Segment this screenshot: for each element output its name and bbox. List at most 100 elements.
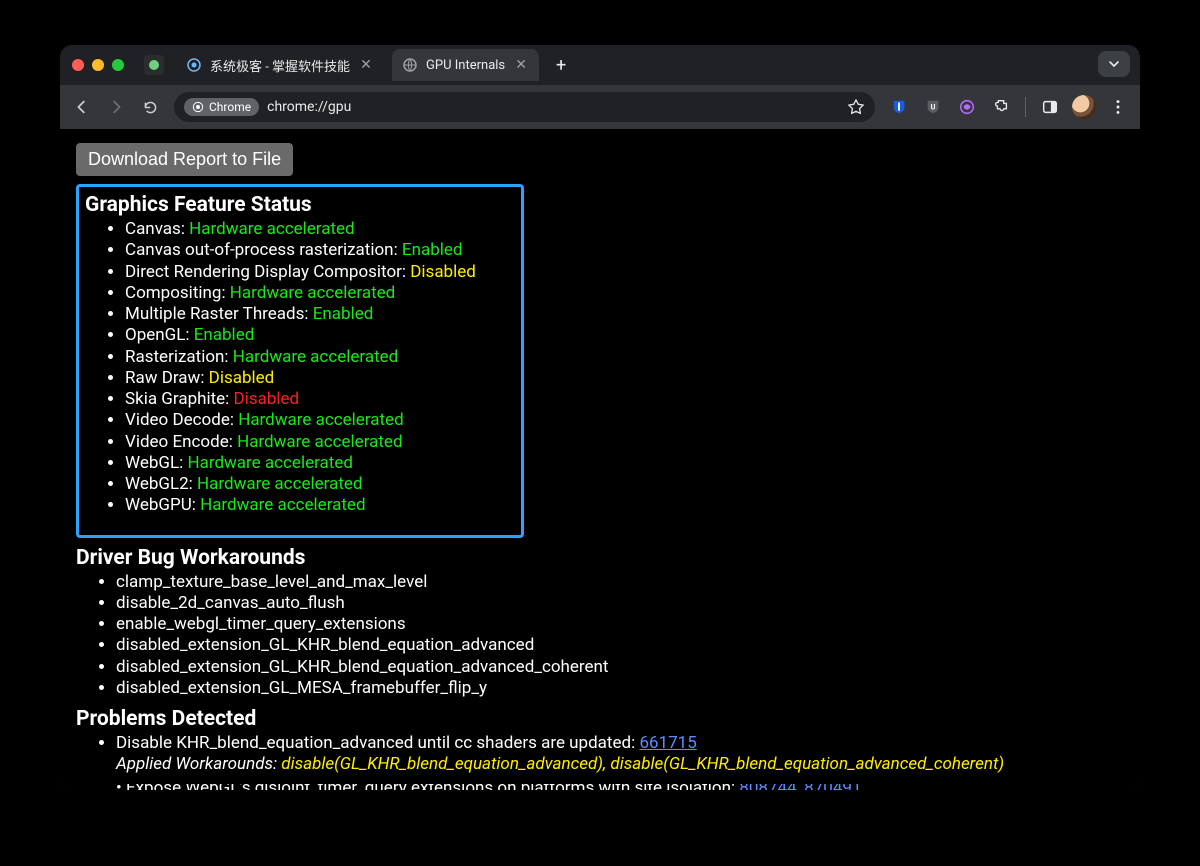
- feature-value: Enabled: [402, 240, 463, 260]
- problems-detected-section: Problems Detected Disable KHR_blend_equa…: [76, 707, 1124, 776]
- applied-workarounds-value: disable(GL_KHR_blend_equation_advanced),…: [281, 754, 1004, 774]
- graphics-feature-item: Video Decode: Hardware accelerated: [125, 410, 511, 431]
- tab-favicon: [402, 57, 418, 73]
- feature-label: Direct Rendering Display Compositor:: [125, 262, 410, 282]
- feature-value: Hardware accelerated: [187, 453, 352, 473]
- workaround-item: enable_webgl_timer_query_extensions: [116, 614, 1124, 635]
- site-chip[interactable]: Chrome: [184, 98, 259, 116]
- minimize-window-button[interactable]: [92, 59, 104, 71]
- feature-label: WebGL2:: [125, 474, 197, 494]
- forward-button[interactable]: [100, 91, 132, 123]
- feature-value: Disabled: [209, 368, 275, 388]
- problem-link[interactable]: 661715: [639, 733, 696, 753]
- graphics-feature-item: OpenGL: Enabled: [125, 325, 511, 346]
- feature-value: Disabled: [410, 262, 476, 282]
- feature-label: Skia Graphite:: [125, 389, 234, 409]
- feature-label: OpenGL:: [125, 325, 194, 345]
- close-tab-icon[interactable]: ✕: [358, 57, 374, 73]
- feature-value: Hardware accelerated: [189, 219, 354, 239]
- problem-item: Disable KHR_blend_equation_advanced unti…: [116, 733, 1124, 776]
- feature-label: WebGL:: [125, 453, 187, 473]
- svg-text:U: U: [931, 103, 936, 112]
- applied-workarounds: Applied Workarounds: disable(GL_KHR_blen…: [116, 754, 1004, 774]
- feature-value: Hardware accelerated: [200, 495, 365, 515]
- feature-value: Enabled: [194, 325, 255, 345]
- page-content: Download Report to File Graphics Feature…: [60, 129, 1140, 790]
- maximize-window-button[interactable]: [112, 59, 124, 71]
- workaround-item: disabled_extension_GL_KHR_blend_equation…: [116, 657, 1124, 678]
- window-controls: [72, 59, 124, 71]
- tab-active[interactable]: GPU Internals ✕: [392, 49, 539, 81]
- driver-bug-workarounds-list: clamp_texture_base_level_and_max_leveldi…: [76, 572, 1124, 700]
- app-menu-icon[interactable]: [1102, 91, 1134, 123]
- workaround-item: clamp_texture_base_level_and_max_level: [116, 572, 1124, 593]
- workaround-item: disabled_extension_GL_MESA_framebuffer_f…: [116, 678, 1124, 699]
- problems-detected-heading: Problems Detected: [76, 707, 1124, 731]
- back-button[interactable]: [66, 91, 98, 123]
- graphics-feature-item: Rasterization: Hardware accelerated: [125, 347, 511, 368]
- graphics-feature-item: Skia Graphite: Disabled: [125, 389, 511, 410]
- feature-value: Disabled: [234, 389, 300, 409]
- problem-text: Disable KHR_blend_equation_advanced unti…: [116, 733, 639, 753]
- extensions-menu-icon[interactable]: [985, 91, 1017, 123]
- feature-label: Video Decode:: [125, 410, 238, 430]
- tab-favicon: [186, 57, 202, 73]
- cutoff-line: • Expose WebGL's disjoint_timer_query ex…: [116, 784, 1124, 791]
- extension-bitwarden-icon[interactable]: [883, 91, 915, 123]
- tab-inactive[interactable]: 系统极客 - 掌握软件技能 ✕: [176, 49, 384, 81]
- feature-value: Enabled: [313, 304, 374, 324]
- driver-bug-workarounds-section: Driver Bug Workarounds clamp_texture_bas…: [76, 546, 1124, 700]
- extension-swirl-icon[interactable]: [951, 91, 983, 123]
- feature-label: Multiple Raster Threads:: [125, 304, 313, 324]
- close-tab-icon[interactable]: ✕: [513, 57, 529, 73]
- graphics-feature-item: Canvas out-of-process rasterization: Ena…: [125, 240, 511, 261]
- side-panel-icon[interactable]: [1034, 91, 1066, 123]
- cutoff-text: Expose WebGL's disjoint_timer_query exte…: [126, 784, 739, 791]
- applied-workarounds-label: Applied Workarounds:: [116, 754, 281, 774]
- feature-label: Raw Draw:: [125, 368, 209, 388]
- tab-strip: 系统极客 - 掌握软件技能 ✕ GPU Internals ✕ +: [60, 45, 1140, 85]
- extension-ublock-icon[interactable]: U: [917, 91, 949, 123]
- bookmark-icon[interactable]: [847, 98, 865, 116]
- feature-label: Rasterization:: [125, 347, 233, 367]
- graphics-feature-list: Canvas: Hardware acceleratedCanvas out-o…: [85, 219, 511, 517]
- feature-label: WebGPU:: [125, 495, 200, 515]
- feature-value: Hardware accelerated: [197, 474, 362, 494]
- graphics-feature-item: Direct Rendering Display Compositor: Dis…: [125, 262, 511, 283]
- feature-label: Video Encode:: [125, 432, 237, 452]
- toolbar-separator: [1025, 97, 1026, 117]
- graphics-feature-item: WebGL2: Hardware accelerated: [125, 474, 511, 495]
- site-chip-label: Chrome: [209, 100, 251, 114]
- feature-value: Hardware accelerated: [230, 283, 395, 303]
- extensions-area: U: [883, 91, 1134, 123]
- graphics-feature-item: Multiple Raster Threads: Enabled: [125, 304, 511, 325]
- download-report-button[interactable]: Download Report to File: [76, 143, 293, 176]
- toolbar: Chrome chrome://gpu U: [60, 85, 1140, 129]
- graphics-feature-status-heading: Graphics Feature Status: [85, 193, 511, 217]
- profile-avatar[interactable]: [1068, 91, 1100, 123]
- new-tab-button[interactable]: +: [547, 51, 575, 79]
- feature-label: Canvas:: [125, 219, 189, 239]
- graphics-feature-item: Canvas: Hardware accelerated: [125, 219, 511, 240]
- graphics-feature-item: Video Encode: Hardware accelerated: [125, 432, 511, 453]
- feature-value: Hardware accelerated: [238, 410, 403, 430]
- tab-title: 系统极客 - 掌握软件技能: [210, 56, 350, 75]
- close-window-button[interactable]: [72, 59, 84, 71]
- workaround-item: disabled_extension_GL_KHR_blend_equation…: [116, 635, 1124, 656]
- tab-title: GPU Internals: [426, 58, 505, 73]
- applet-icon: [144, 55, 164, 75]
- graphics-feature-status-box: Graphics Feature Status Canvas: Hardware…: [76, 184, 524, 538]
- feature-value: Hardware accelerated: [237, 432, 402, 452]
- window-dropdown-button[interactable]: [1098, 51, 1130, 77]
- feature-label: Canvas out-of-process rasterization:: [125, 240, 402, 260]
- graphics-feature-item: Compositing: Hardware accelerated: [125, 283, 511, 304]
- graphics-feature-item: WebGL: Hardware accelerated: [125, 453, 511, 474]
- feature-label: Compositing:: [125, 283, 230, 303]
- address-bar[interactable]: Chrome chrome://gpu: [174, 92, 875, 122]
- problems-detected-list: Disable KHR_blend_equation_advanced unti…: [76, 733, 1124, 776]
- workaround-item: disable_2d_canvas_auto_flush: [116, 593, 1124, 614]
- graphics-feature-item: WebGPU: Hardware accelerated: [125, 495, 511, 516]
- browser-window: 系统极客 - 掌握软件技能 ✕ GPU Internals ✕ +: [60, 45, 1140, 790]
- cutoff-links[interactable]: 808744, 870491: [739, 784, 861, 791]
- reload-button[interactable]: [134, 91, 166, 123]
